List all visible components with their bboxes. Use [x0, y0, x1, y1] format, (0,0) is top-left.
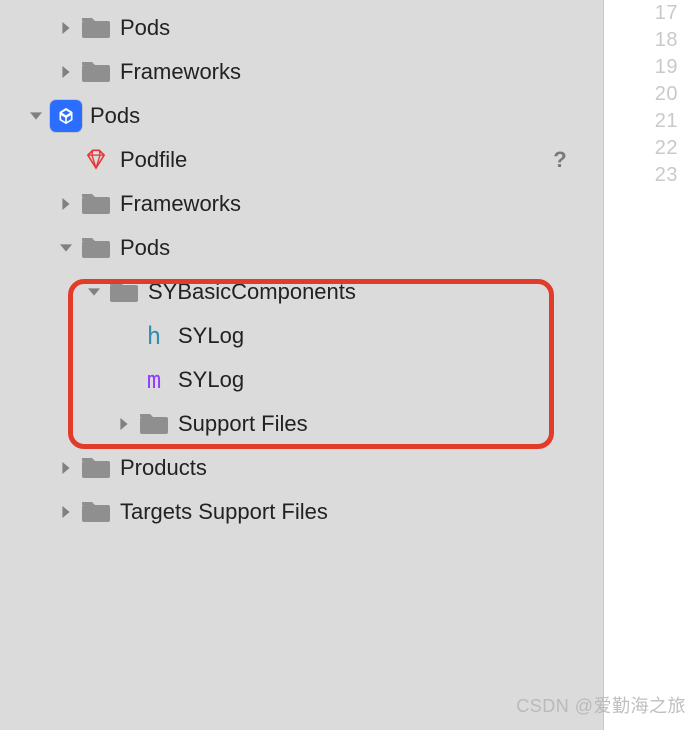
tree-item-label: Podfile — [120, 149, 187, 171]
tree-item-frameworks-2[interactable]: Frameworks — [0, 182, 603, 226]
indent-spacer — [0, 512, 56, 513]
xcode-project-icon — [50, 100, 82, 132]
indent-spacer — [0, 292, 84, 293]
tree-item-pods-2[interactable]: Pods — [0, 226, 603, 270]
indent-spacer — [0, 28, 56, 29]
indent-spacer — [0, 72, 56, 73]
tree-item-label: Pods — [120, 17, 170, 39]
ruby-file-icon — [80, 144, 112, 176]
tree-item-label: Pods — [120, 237, 170, 259]
indent-spacer — [0, 380, 114, 381]
tree-item-label: Pods — [90, 105, 140, 127]
tree-item-targets-support[interactable]: Targets Support Files — [0, 490, 603, 534]
chevron-right-icon[interactable] — [56, 458, 76, 478]
tree-item-project-pods[interactable]: Pods — [0, 94, 603, 138]
indent-spacer — [0, 424, 114, 425]
tree-item-label: SYBasicComponents — [148, 281, 356, 303]
line-number: 23 — [604, 162, 700, 189]
tree-item-label: Support Files — [178, 413, 308, 435]
indent-spacer — [0, 336, 114, 337]
implementation-file-icon: m — [138, 364, 170, 396]
tree-item-sylog-m[interactable]: m SYLog — [0, 358, 603, 402]
tree-item-top-pods[interactable]: Pods — [0, 6, 603, 50]
folder-icon — [80, 452, 112, 484]
folder-icon — [80, 12, 112, 44]
indent-spacer — [0, 116, 26, 117]
tree-item-label: Targets Support Files — [120, 501, 328, 523]
folder-icon — [80, 188, 112, 220]
scm-status-badge: ? — [547, 147, 573, 173]
folder-icon — [108, 276, 140, 308]
line-number: 18 — [604, 27, 700, 54]
line-number: 21 — [604, 108, 700, 135]
folder-icon — [80, 56, 112, 88]
folder-icon — [80, 232, 112, 264]
tree-item-label: Frameworks — [120, 193, 241, 215]
tree-item-products[interactable]: Products — [0, 446, 603, 490]
indent-spacer — [0, 160, 56, 161]
tree-item-label: Frameworks — [120, 61, 241, 83]
chevron-down-icon[interactable] — [26, 106, 46, 126]
csdn-watermark: CSDN @爱勤海之旅 — [516, 692, 686, 718]
line-number: 19 — [604, 54, 700, 81]
chevron-right-icon[interactable] — [56, 18, 76, 38]
indent-spacer — [0, 248, 56, 249]
indent-spacer — [0, 204, 56, 205]
chevron-right-icon[interactable] — [114, 414, 134, 434]
tree-item-support-files[interactable]: Support Files — [0, 402, 603, 446]
chevron-right-icon[interactable] — [56, 502, 76, 522]
chevron-down-icon[interactable] — [56, 238, 76, 258]
indent-spacer — [0, 468, 56, 469]
header-file-icon: h — [138, 320, 170, 352]
project-navigator[interactable]: Pods Frameworks Pods Podfile? Frameworks… — [0, 0, 604, 730]
line-number: 20 — [604, 81, 700, 108]
tree-item-podfile[interactable]: Podfile? — [0, 138, 603, 182]
tree-item-top-frameworks[interactable]: Frameworks — [0, 50, 603, 94]
file-tree: Pods Frameworks Pods Podfile? Frameworks… — [0, 6, 603, 534]
line-number: 22 — [604, 135, 700, 162]
tree-item-sylog-h[interactable]: h SYLog — [0, 314, 603, 358]
tree-item-sybasic[interactable]: SYBasicComponents — [0, 270, 603, 314]
editor-line-gutter: 17181920212223 — [604, 0, 700, 730]
chevron-right-icon[interactable] — [56, 194, 76, 214]
tree-item-label: Products — [120, 457, 207, 479]
tree-item-label: SYLog — [178, 369, 244, 391]
chevron-right-icon[interactable] — [56, 62, 76, 82]
chevron-down-icon[interactable] — [84, 282, 104, 302]
folder-icon — [80, 496, 112, 528]
tree-item-label: SYLog — [178, 325, 244, 347]
line-number: 17 — [604, 0, 700, 27]
folder-icon — [138, 408, 170, 440]
